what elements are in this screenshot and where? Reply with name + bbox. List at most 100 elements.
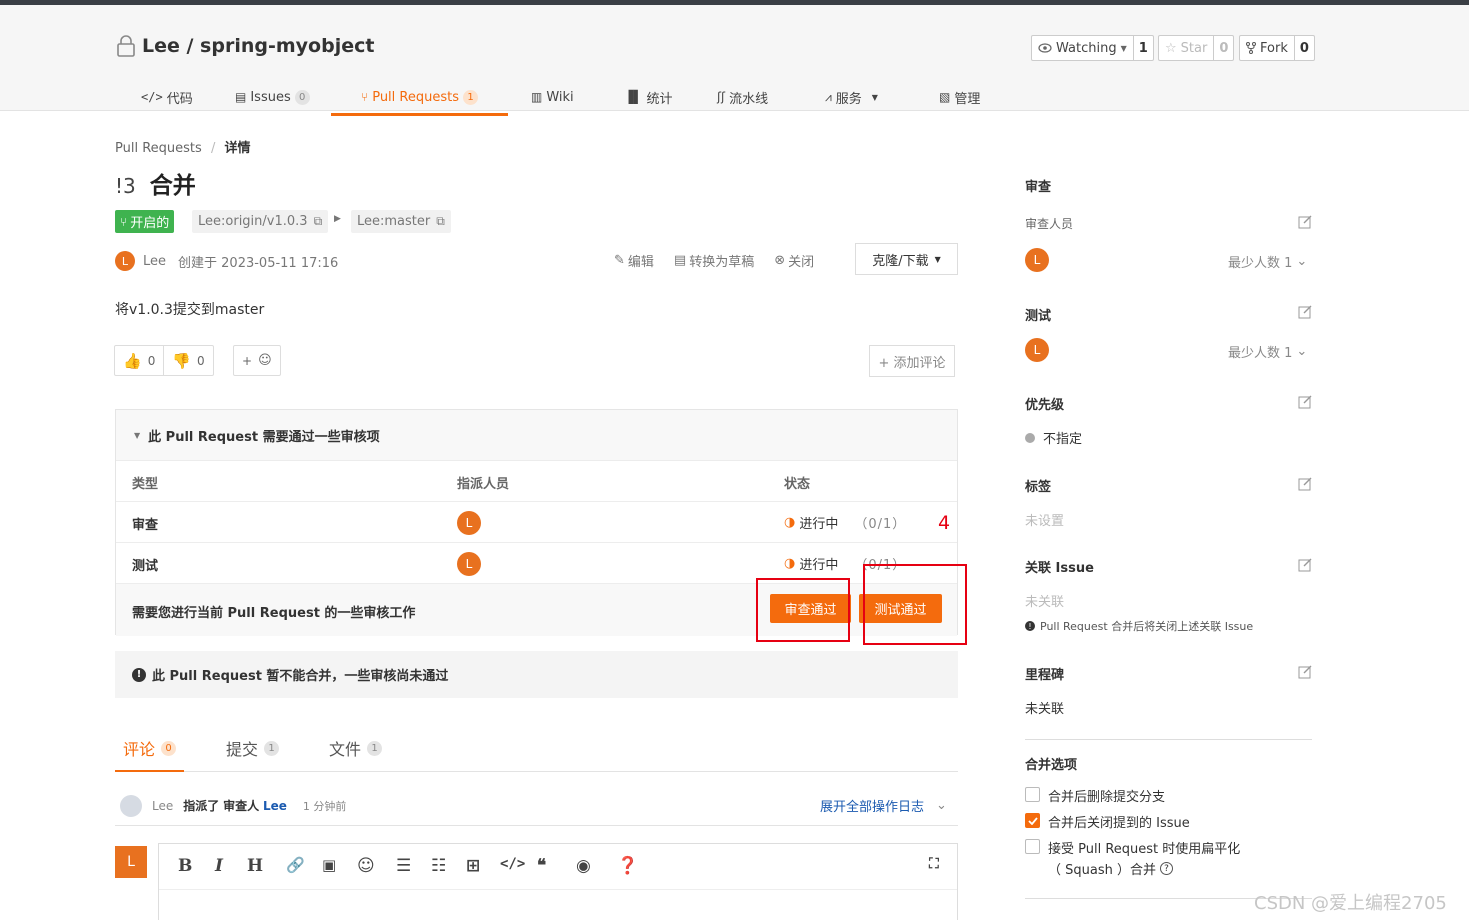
merge-warning: ! 此 Pull Request 暂不能合并，一些审核尚未通过: [115, 651, 958, 698]
edit-icon[interactable]: [1298, 558, 1312, 572]
pr-description: 将v1.0.3提交到master: [115, 302, 265, 318]
merge-option-squash[interactable]: 接受 Pull Request 时使用扁平化 （ Squash ）合并?: [1025, 838, 1240, 878]
close-circle-icon: ⊗: [774, 253, 786, 268]
tab-pipeline[interactable]: ʃʃ 流水线: [713, 79, 772, 115]
tab-code[interactable]: </> 代码: [137, 79, 197, 115]
tab-stats[interactable]: ▐▌ 统计: [620, 79, 676, 115]
tab-wiki[interactable]: ▥ Wiki: [527, 79, 578, 115]
watch-button[interactable]: Watching ▼ 1: [1031, 35, 1154, 61]
chevron-down-icon: ⌄: [936, 798, 947, 813]
review-header[interactable]: ▼ 此 Pull Request 需要通过一些审核项: [116, 410, 957, 461]
issue-note: ! Pull Request 合并后将关闭上述关联 Issue: [1025, 618, 1253, 634]
thumbs-down-button[interactable]: 👎 0: [163, 346, 212, 375]
heading-icon[interactable]: H: [247, 856, 263, 876]
merge-option-delete-branch[interactable]: 合并后删除提交分支: [1025, 786, 1165, 805]
fork-icon: [1246, 42, 1256, 54]
close-pr-button[interactable]: ⊗ 关闭: [774, 251, 814, 270]
copy-icon[interactable]: ⧉: [436, 214, 445, 229]
help-icon[interactable]: ❓: [617, 856, 638, 876]
tester-avatar[interactable]: L: [1025, 338, 1049, 362]
manage-icon: ▧: [939, 90, 951, 104]
merge-option-close-issue[interactable]: 合并后关闭提到的 Issue: [1025, 812, 1190, 831]
checkbox[interactable]: [1025, 839, 1040, 854]
quote-icon[interactable]: ❝: [537, 856, 546, 876]
convert-draft-button[interactable]: ▤ 转换为草稿: [674, 251, 754, 270]
sidebar-issue-title: 关联 Issue: [1025, 561, 1094, 576]
pull-request-icon: ⑂: [120, 214, 128, 229]
link-icon[interactable]: 🔗: [286, 856, 305, 874]
bullet-list-icon[interactable]: ☰: [396, 856, 411, 876]
author-name[interactable]: Lee: [143, 254, 166, 269]
edit-icon[interactable]: [1298, 665, 1312, 679]
table-row: 审查 L ◑ 进行中 （0/1）: [116, 502, 957, 543]
thumbs-up-button[interactable]: 👍 0: [115, 346, 163, 375]
expand-log-button[interactable]: 展开全部操作日志 ⌄: [820, 796, 947, 815]
code-icon[interactable]: </>: [500, 856, 525, 872]
edit-icon[interactable]: [1298, 477, 1312, 491]
avatar[interactable]: L: [457, 552, 481, 576]
fork-button[interactable]: Fork 0: [1239, 35, 1315, 61]
sidebar-merge-title: 合并选项: [1025, 758, 1078, 773]
tab-manage[interactable]: ▧ 管理: [935, 79, 984, 115]
avatar[interactable]: L: [457, 511, 481, 535]
add-comment-button[interactable]: + 添加评论: [869, 345, 955, 377]
checkbox[interactable]: [1025, 813, 1040, 828]
tab-files[interactable]: 文件 1: [329, 736, 383, 760]
bold-icon[interactable]: B: [178, 856, 192, 876]
pr-actions: ✎ 编辑 ▤ 转换为草稿 ⊗ 关闭: [614, 251, 814, 270]
checkbox[interactable]: [1025, 787, 1040, 802]
italic-icon[interactable]: I: [215, 856, 223, 876]
created-time: 创建于 2023-05-11 17:16: [178, 255, 339, 271]
image-icon[interactable]: ▣: [322, 856, 336, 874]
source-branch[interactable]: Lee:origin/v1.0.3 ⧉: [192, 210, 329, 233]
avatar: L: [115, 846, 147, 878]
repo-title[interactable]: Lee / spring-myobject: [116, 35, 374, 57]
emoji-icon[interactable]: ☺: [357, 856, 375, 876]
target-branch[interactable]: Lee:master ⧉: [351, 210, 451, 233]
reviewer-min-select[interactable]: 最少人数 1 ⌄: [1228, 252, 1307, 271]
sidebar-labels-title: 标签: [1025, 480, 1052, 495]
tab-services[interactable]: ⩘ 服务 ▼: [821, 79, 882, 115]
chevron-down-icon: ⌄: [1296, 344, 1308, 359]
copy-icon[interactable]: ⧉: [314, 214, 323, 229]
clock-icon: ◑: [784, 515, 796, 530]
edit-icon[interactable]: [1298, 305, 1312, 319]
breadcrumb-root[interactable]: Pull Requests: [115, 141, 202, 156]
avatar[interactable]: L: [115, 251, 135, 271]
numbered-list-icon[interactable]: ☷: [431, 856, 446, 876]
edit-icon[interactable]: [1298, 395, 1312, 409]
sidebar-milestone-title: 里程碑: [1025, 668, 1065, 683]
edit-icon[interactable]: [1298, 215, 1312, 229]
dot-icon: [1025, 432, 1035, 443]
tester-min-select[interactable]: 最少人数 1 ⌄: [1228, 342, 1307, 361]
breadcrumb: Pull Requests / 详情: [115, 141, 251, 156]
preview-icon[interactable]: ◉: [576, 856, 591, 876]
review-table-header: 类型 指派人员 状态: [116, 461, 957, 502]
reviewer-avatar[interactable]: L: [1025, 248, 1049, 272]
annotation-box: [863, 564, 967, 645]
repo-name: Lee / spring-myobject: [142, 35, 375, 57]
table-icon[interactable]: ⊞: [466, 856, 480, 876]
edit-button[interactable]: ✎ 编辑: [614, 251, 654, 270]
clone-download-button[interactable]: 克隆/下载 ▼: [855, 243, 958, 275]
tab-pull-requests[interactable]: ⑂ Pull Requests 1: [331, 79, 508, 116]
sidebar-priority-title: 优先级: [1025, 398, 1065, 413]
fullscreen-icon[interactable]: ⛶: [929, 856, 939, 872]
help-icon[interactable]: ?: [1160, 862, 1173, 875]
star-icon: ☆: [1165, 40, 1177, 56]
tab-comments[interactable]: 评论 0: [114, 736, 185, 772]
lock-icon: [117, 35, 135, 57]
sidebar-test-title: 测试: [1025, 309, 1052, 324]
issue-value: 未关联: [1025, 595, 1065, 610]
tab-commits[interactable]: 提交 1: [226, 736, 280, 760]
sidebar-reviewers-label: 审查人员: [1025, 217, 1074, 231]
pulse-icon: ⩘: [825, 89, 832, 104]
add-reaction-button[interactable]: + ☺: [233, 345, 281, 376]
breadcrumb-current: 详情: [224, 141, 251, 156]
tab-issues[interactable]: ▤ Issues 0: [231, 79, 314, 115]
star-button[interactable]: ☆ Star 0: [1158, 35, 1235, 61]
chevron-down-icon: ⌄: [1296, 254, 1308, 269]
eye-icon: [1038, 43, 1052, 53]
milestone-value: 未关联: [1025, 702, 1065, 717]
comment-editor[interactable]: B I H 🔗 ▣ ☺ ☰ ☷ ⊞ </> ❝ ◉ ❓ ⛶: [158, 843, 958, 920]
